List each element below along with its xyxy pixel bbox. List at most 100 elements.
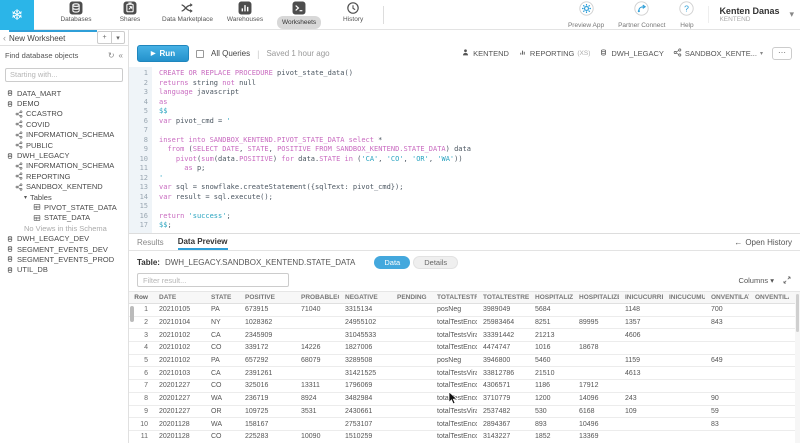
new-worksheet-button[interactable]: + bbox=[98, 32, 111, 43]
code-line-4[interactable]: as bbox=[159, 98, 800, 108]
grid-left-scrollbar-thumb[interactable] bbox=[130, 306, 134, 322]
code-line-3[interactable]: language javascript bbox=[159, 88, 800, 98]
columns-dropdown[interactable]: Columns ▾ bbox=[739, 276, 774, 285]
table-row[interactable]: 1020201128WA1581672753107totalTestEncoun… bbox=[129, 418, 800, 431]
code-line-8[interactable]: insert into SANDBOX_KENTEND.PIVOT_STATE_… bbox=[159, 136, 800, 146]
worksheet-tab[interactable]: New Worksheet bbox=[9, 30, 97, 45]
tree-item-covid[interactable]: COVID bbox=[0, 119, 128, 129]
nav-item-warehouses[interactable]: Warehouses bbox=[223, 1, 267, 23]
cell: 843 bbox=[705, 317, 749, 329]
nav-item-data-marketplace[interactable]: Data Marketplace bbox=[162, 1, 213, 23]
column-header-negative[interactable]: NEGATIVE bbox=[339, 292, 391, 303]
column-header-pending[interactable]: PENDING bbox=[391, 292, 431, 303]
code-line-5[interactable]: $$ bbox=[159, 107, 800, 117]
code-line-2[interactable]: returns string not null bbox=[159, 79, 800, 89]
table-row[interactable]: 820201227WA23671989243482984totalTestEnc… bbox=[129, 393, 800, 406]
column-header-hospitalizedcurrently[interactable]: HOSPITALIZEDCURRENTLY bbox=[529, 292, 573, 303]
column-header-date[interactable]: DATE bbox=[153, 292, 205, 303]
table-row[interactable]: 520210102PA657292680793289508posNeg39468… bbox=[129, 355, 800, 368]
tree-item-data-mart[interactable]: DATA_MART bbox=[0, 88, 128, 98]
table-row[interactable]: 420210102CO339172142261827006totalTestEn… bbox=[129, 342, 800, 355]
code-line-15[interactable] bbox=[159, 202, 800, 212]
table-row[interactable]: 720201227CO325016133111796069totalTestEn… bbox=[129, 380, 800, 393]
tree-item-dwh-legacy[interactable]: DWH_LEGACY bbox=[0, 150, 128, 160]
column-header-inicucurrently[interactable]: INICUCURRENTLY bbox=[619, 292, 663, 303]
code-line-1[interactable]: CREATE OR REPLACE PROCEDURE pivot_state_… bbox=[159, 69, 800, 79]
code-line-17[interactable]: $$; bbox=[159, 221, 800, 231]
cell: 4606 bbox=[619, 329, 663, 341]
tree-item-reporting[interactable]: REPORTING bbox=[0, 171, 128, 181]
code-line-11[interactable]: as p; bbox=[159, 164, 800, 174]
chevron-down-icon[interactable]: ▾ bbox=[789, 9, 794, 20]
tree-item-pivot-state-data[interactable]: PIVOT_STATE_DATA bbox=[0, 202, 128, 212]
nav-item-databases[interactable]: Databases bbox=[54, 1, 98, 23]
code-line-6[interactable]: var pivot_cmd = ' bbox=[159, 117, 800, 127]
column-header-hospitalizedcumulative[interactable]: HOSPITALIZEDCUMULATIVE bbox=[573, 292, 619, 303]
schema-selector[interactable]: SANDBOX_KENTE... ▾ bbox=[673, 48, 763, 59]
tree-item-public[interactable]: PUBLIC bbox=[0, 140, 128, 150]
sql-editor[interactable]: 1234567891011121314151617 CREATE OR REPL… bbox=[129, 67, 800, 233]
snowflake-logo-icon[interactable]: ❄ bbox=[0, 0, 34, 30]
expand-icon[interactable] bbox=[782, 275, 792, 285]
tree-item-sandbox-kentend[interactable]: SANDBOX_KENTEND bbox=[0, 182, 128, 192]
code-line-10[interactable]: pivot(sum(data.POSITIVE) for data.STATE … bbox=[159, 155, 800, 165]
warehouse-selector[interactable]: REPORTING (XS) bbox=[518, 48, 590, 59]
data-view-button[interactable]: Data bbox=[374, 256, 410, 269]
column-header-onventilatorcurrently[interactable]: ONVENTILATORCURRENTLY bbox=[705, 292, 749, 303]
tree-item-segment-events-dev[interactable]: SEGMENT_EVENTS_DEV bbox=[0, 244, 128, 254]
filter-result-input[interactable] bbox=[137, 273, 289, 287]
column-header-totaltestresults[interactable]: TOTALTESTRESULTS bbox=[477, 292, 529, 303]
nav-item-shares[interactable]: Shares bbox=[108, 1, 152, 23]
table-row[interactable]: 220210104NY102836224955102totalTestEncou… bbox=[129, 317, 800, 330]
column-header-onventilatorcumulative[interactable]: ONVENTILATORCUMULATIVE bbox=[749, 292, 789, 303]
column-header-totaltestresultssource[interactable]: TOTALTESTRESULTSSOURCE bbox=[431, 292, 477, 303]
run-button[interactable]: ▶ Run bbox=[137, 45, 189, 62]
nav-item-worksheets[interactable]: Worksheets bbox=[277, 1, 321, 29]
open-history-button[interactable]: ← Open History bbox=[734, 234, 792, 250]
code-line-7[interactable] bbox=[159, 126, 800, 136]
column-header-state[interactable]: STATE bbox=[205, 292, 239, 303]
database-selector[interactable]: DWH_LEGACY bbox=[599, 48, 664, 59]
code-line-14[interactable]: var result = sql.execute(); bbox=[159, 193, 800, 203]
code-line-16[interactable]: return 'success'; bbox=[159, 212, 800, 222]
refresh-icon[interactable]: ↻ bbox=[108, 51, 115, 60]
all-queries-checkbox[interactable] bbox=[196, 50, 204, 58]
worksheet-more-button[interactable]: ⋯ bbox=[772, 47, 792, 60]
tree-item-state-data[interactable]: STATE_DATA bbox=[0, 213, 128, 223]
code-area[interactable]: CREATE OR REPLACE PROCEDURE pivot_state_… bbox=[152, 67, 800, 233]
tree-item-ccastro[interactable]: CCASTRO bbox=[0, 109, 128, 119]
table-row[interactable]: 620210103CA239126131421525totalTestsVira… bbox=[129, 367, 800, 380]
tree-item-information-schema[interactable]: INFORMATION_SCHEMA bbox=[0, 130, 128, 140]
table-row[interactable]: 1120201128CO225283100901510259totalTestE… bbox=[129, 431, 800, 443]
nav-item-history[interactable]: History bbox=[331, 1, 375, 23]
details-view-button[interactable]: Details bbox=[413, 256, 458, 269]
tree-item-demo[interactable]: DEMO bbox=[0, 98, 128, 108]
tree-item-segment-events-prod[interactable]: SEGMENT_EVENTS_PROD bbox=[0, 254, 128, 264]
grid-vertical-scrollbar[interactable] bbox=[795, 292, 800, 443]
code-line-12[interactable]: ' bbox=[159, 174, 800, 184]
cell: 3289508 bbox=[339, 355, 391, 367]
object-search-input[interactable] bbox=[5, 68, 123, 82]
user-menu[interactable]: Kenten Danas KENTEND ▾ bbox=[708, 6, 794, 23]
column-header-positive[interactable]: POSITIVE bbox=[239, 292, 295, 303]
tree-item-information-schema[interactable]: INFORMATION_SCHEMA bbox=[0, 161, 128, 171]
tool-help[interactable]: ? Help bbox=[679, 1, 694, 29]
worksheet-tab-menu-button[interactable]: ▾ bbox=[111, 32, 124, 43]
tab-results[interactable]: Results bbox=[137, 234, 164, 250]
tool-partner-connect[interactable]: Partner Connect bbox=[618, 1, 665, 29]
collapse-sidebar-icon[interactable]: « bbox=[119, 51, 123, 60]
tree-item-tables[interactable]: ▾Tables bbox=[0, 192, 128, 202]
tool-preview-app[interactable]: Preview App bbox=[568, 1, 604, 29]
tab-data-preview[interactable]: Data Preview bbox=[178, 234, 228, 250]
column-header-inicucumulative[interactable]: INICUCUMULATIVE bbox=[663, 292, 705, 303]
tree-item-util-db[interactable]: UTIL_DB bbox=[0, 265, 128, 275]
table-row[interactable]: 320210102CA234590931045533totalTestsVira… bbox=[129, 329, 800, 342]
table-row[interactable]: 120210105PA673915710403315134posNeg39890… bbox=[129, 304, 800, 317]
role-selector[interactable]: KENTEND bbox=[461, 48, 509, 59]
table-row[interactable]: 920201227OR10972535312430661totalTestsVi… bbox=[129, 406, 800, 419]
tab-scroll-left-icon[interactable]: ‹ bbox=[0, 33, 9, 43]
column-header-probablecases[interactable]: PROBABLECASES bbox=[295, 292, 339, 303]
code-line-13[interactable]: var sql = snowflake.createStatement({sql… bbox=[159, 183, 800, 193]
tree-item-dwh-legacy-dev[interactable]: DWH_LEGACY_DEV bbox=[0, 233, 128, 243]
code-line-9[interactable]: from (SELECT DATE, STATE, POSITIVE FROM … bbox=[159, 145, 800, 155]
